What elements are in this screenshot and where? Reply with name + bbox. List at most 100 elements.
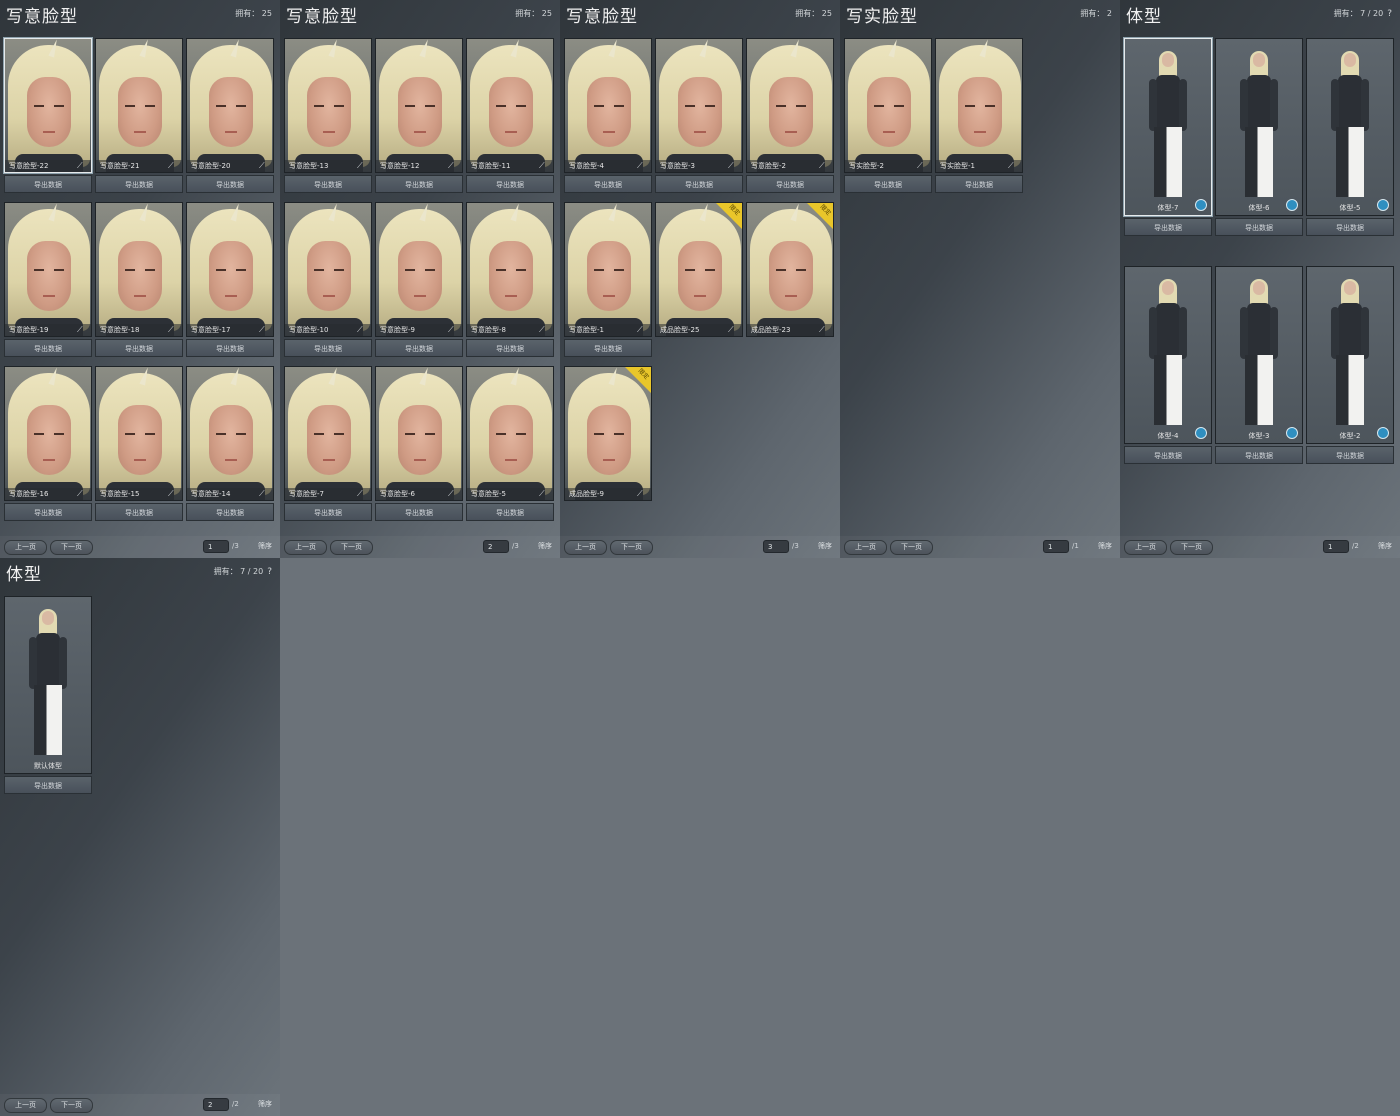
face-thumbnail[interactable]: 成品脸型-23 ⟋ 限定 (746, 202, 834, 337)
face-thumbnail[interactable]: 写意脸型-14 ⟋ (186, 366, 274, 501)
prev-page-button[interactable]: 上一页 (4, 540, 47, 555)
edit-icon[interactable]: ⟋ (77, 161, 86, 170)
body-thumbnail[interactable]: 体型-6 (1215, 38, 1303, 216)
export-data-button[interactable]: 导出数据 (375, 503, 463, 521)
filter-sort-button[interactable]: 筛序 (538, 540, 552, 553)
face-card[interactable]: 写意脸型-18 ⟋ 导出数据 (95, 202, 183, 357)
next-page-button[interactable]: 下一页 (330, 540, 373, 555)
filter-sort-button[interactable]: 筛序 (818, 540, 832, 553)
edit-icon[interactable]: ⟋ (448, 325, 457, 334)
edit-icon[interactable]: ⟋ (259, 489, 268, 498)
face-thumbnail[interactable]: 写意脸型-4 ⟋ (564, 38, 652, 173)
face-thumbnail[interactable]: 写意脸型-17 ⟋ (186, 202, 274, 337)
edit-icon[interactable]: ⟋ (728, 161, 737, 170)
next-page-button[interactable]: 下一页 (890, 540, 933, 555)
body-thumbnail[interactable]: 默认体型 (4, 596, 92, 774)
edit-icon[interactable] (1195, 427, 1207, 439)
edit-icon[interactable]: ⟋ (259, 161, 268, 170)
face-card[interactable]: 写意脸型-13 ⟋ 导出数据 (284, 38, 372, 193)
face-thumbnail[interactable]: 写意脸型-9 ⟋ (375, 202, 463, 337)
face-card[interactable]: 写意脸型-14 ⟋ 导出数据 (186, 366, 274, 521)
edit-icon[interactable] (1286, 427, 1298, 439)
export-data-button[interactable]: 导出数据 (466, 339, 554, 357)
export-data-button[interactable]: 导出数据 (1306, 446, 1394, 464)
face-card[interactable]: 写意脸型-2 ⟋ 导出数据 (746, 38, 834, 193)
export-data-button[interactable]: 导出数据 (564, 339, 652, 357)
edit-icon[interactable]: ⟋ (819, 325, 828, 334)
export-data-button[interactable]: 导出数据 (4, 776, 92, 794)
edit-icon[interactable]: ⟋ (168, 161, 177, 170)
edit-icon[interactable]: ⟋ (917, 161, 926, 170)
face-card[interactable]: 写意脸型-10 ⟋ 导出数据 (284, 202, 372, 357)
face-card[interactable]: 写意脸型-16 ⟋ 导出数据 (4, 366, 92, 521)
export-data-button[interactable]: 导出数据 (935, 175, 1023, 193)
export-data-button[interactable]: 导出数据 (1215, 218, 1303, 236)
face-card[interactable]: 写意脸型-19 ⟋ 导出数据 (4, 202, 92, 357)
face-thumbnail[interactable]: 写实脸型-2 ⟋ (844, 38, 932, 173)
edit-icon[interactable]: ⟋ (637, 325, 646, 334)
edit-icon[interactable]: ⟋ (357, 489, 366, 498)
edit-icon[interactable]: ⟋ (539, 161, 548, 170)
edit-icon[interactable] (1377, 199, 1389, 211)
body-card[interactable]: 默认体型 导出数据 (4, 596, 92, 794)
face-thumbnail[interactable]: 写意脸型-1 ⟋ (564, 202, 652, 337)
edit-icon[interactable]: ⟋ (448, 161, 457, 170)
edit-icon[interactable]: ⟋ (819, 161, 828, 170)
edit-icon[interactable]: ⟋ (637, 161, 646, 170)
export-data-button[interactable]: 导出数据 (4, 503, 92, 521)
export-data-button[interactable]: 导出数据 (95, 339, 183, 357)
face-card[interactable]: 写意脸型-12 ⟋ 导出数据 (375, 38, 463, 193)
edit-icon[interactable]: ⟋ (448, 489, 457, 498)
body-thumbnail[interactable]: 体型-2 (1306, 266, 1394, 444)
body-card[interactable]: 体型-6 导出数据 (1215, 38, 1303, 236)
face-card[interactable]: 写意脸型-15 ⟋ 导出数据 (95, 366, 183, 521)
page-input[interactable]: 1 (1323, 540, 1349, 553)
prev-page-button[interactable]: 上一页 (564, 540, 607, 555)
edit-icon[interactable]: ⟋ (728, 325, 737, 334)
face-card[interactable]: 写意脸型-8 ⟋ 导出数据 (466, 202, 554, 357)
page-input[interactable]: 2 (483, 540, 509, 553)
edit-icon[interactable] (1195, 199, 1207, 211)
prev-page-button[interactable]: 上一页 (284, 540, 327, 555)
edit-icon[interactable]: ⟋ (357, 325, 366, 334)
export-data-button[interactable]: 导出数据 (1124, 446, 1212, 464)
body-thumbnail[interactable]: 体型-4 (1124, 266, 1212, 444)
face-thumbnail[interactable]: 写意脸型-20 ⟋ (186, 38, 274, 173)
next-page-button[interactable]: 下一页 (1170, 540, 1213, 555)
face-thumbnail[interactable]: 写意脸型-3 ⟋ (655, 38, 743, 173)
face-card[interactable]: 写意脸型-1 ⟋ 导出数据 (564, 202, 652, 357)
export-data-button[interactable]: 导出数据 (284, 339, 372, 357)
help-icon[interactable]: ? (267, 567, 272, 577)
export-data-button[interactable]: 导出数据 (4, 175, 92, 193)
face-card[interactable]: 写意脸型-4 ⟋ 导出数据 (564, 38, 652, 193)
face-card[interactable]: 写意脸型-7 ⟋ 导出数据 (284, 366, 372, 521)
face-thumbnail[interactable]: 写意脸型-6 ⟋ (375, 366, 463, 501)
face-thumbnail[interactable]: 写意脸型-22 ⟋ (4, 38, 92, 173)
face-thumbnail[interactable]: 写意脸型-12 ⟋ (375, 38, 463, 173)
face-card[interactable]: 写意脸型-17 ⟋ 导出数据 (186, 202, 274, 357)
face-card[interactable]: 成品脸型-9 ⟋ 限定 (564, 366, 652, 501)
face-thumbnail[interactable]: 写意脸型-13 ⟋ (284, 38, 372, 173)
face-thumbnail[interactable]: 写意脸型-7 ⟋ (284, 366, 372, 501)
face-card[interactable]: 写意脸型-6 ⟋ 导出数据 (375, 366, 463, 521)
body-card[interactable]: 体型-5 导出数据 (1306, 38, 1394, 236)
edit-icon[interactable]: ⟋ (168, 325, 177, 334)
page-input[interactable]: 2 (203, 1098, 229, 1111)
prev-page-button[interactable]: 上一页 (1124, 540, 1167, 555)
export-data-button[interactable]: 导出数据 (4, 339, 92, 357)
body-card[interactable]: 体型-3 导出数据 (1215, 266, 1303, 464)
face-thumbnail[interactable]: 写意脸型-5 ⟋ (466, 366, 554, 501)
export-data-button[interactable]: 导出数据 (186, 175, 274, 193)
export-data-button[interactable]: 导出数据 (1124, 218, 1212, 236)
face-thumbnail[interactable]: 写意脸型-21 ⟋ (95, 38, 183, 173)
export-data-button[interactable]: 导出数据 (284, 503, 372, 521)
face-card[interactable]: 成品脸型-23 ⟋ 限定 (746, 202, 834, 337)
export-data-button[interactable]: 导出数据 (844, 175, 932, 193)
face-thumbnail[interactable]: 写意脸型-19 ⟋ (4, 202, 92, 337)
body-thumbnail[interactable]: 体型-7 (1124, 38, 1212, 216)
export-data-button[interactable]: 导出数据 (375, 175, 463, 193)
face-thumbnail[interactable]: 成品脸型-25 ⟋ 限定 (655, 202, 743, 337)
face-thumbnail[interactable]: 写意脸型-10 ⟋ (284, 202, 372, 337)
face-card[interactable]: 写意脸型-11 ⟋ 导出数据 (466, 38, 554, 193)
export-data-button[interactable]: 导出数据 (375, 339, 463, 357)
